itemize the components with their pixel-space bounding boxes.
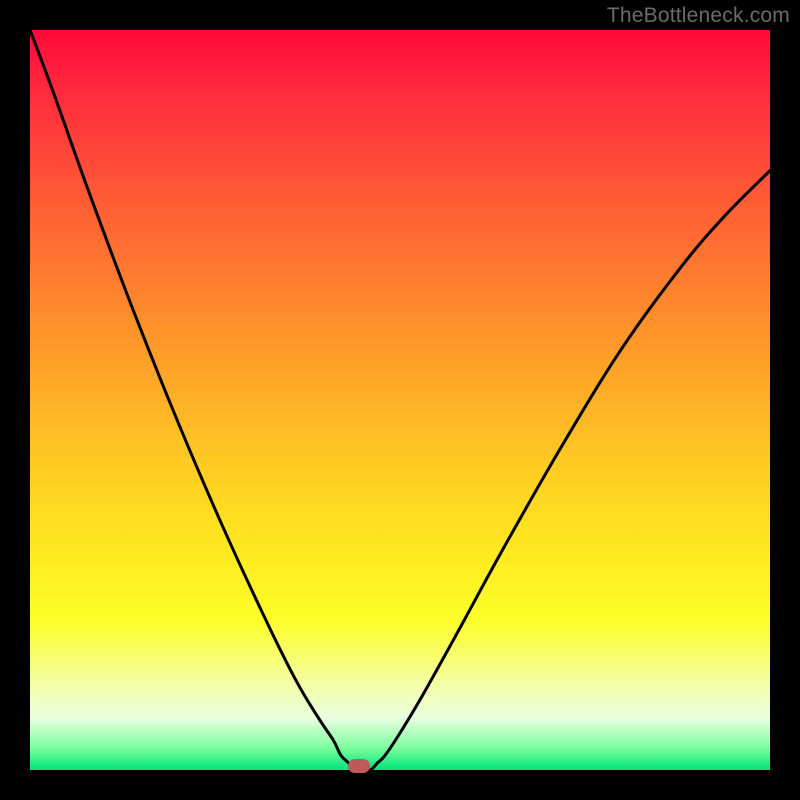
chart-frame: TheBottleneck.com	[0, 0, 800, 800]
plot-area	[30, 30, 770, 770]
minimum-marker	[348, 759, 370, 773]
watermark-text: TheBottleneck.com	[607, 4, 790, 28]
curve-layer	[30, 30, 770, 770]
bottleneck-curve	[30, 30, 770, 770]
